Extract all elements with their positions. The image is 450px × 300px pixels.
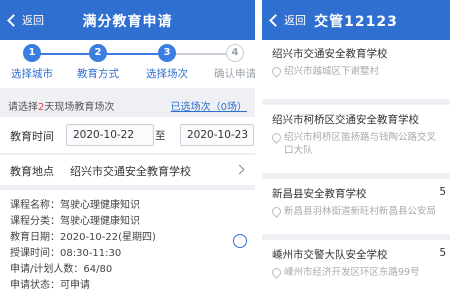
school-name: 绍兴市交通安全教育学校 xyxy=(272,48,388,60)
chevron-right-icon xyxy=(234,164,245,175)
step-4-label: 确认申请 xyxy=(214,68,255,80)
step-3-number: 3 xyxy=(158,44,176,62)
start-date-field[interactable]: 2020-10-22 xyxy=(66,124,154,146)
step-3: 3 选择场次 xyxy=(137,44,197,81)
end-date-field[interactable]: 2020-10-23 xyxy=(180,124,254,146)
left-top-bar: 返回 满分教育申请 xyxy=(0,0,255,40)
session-hint-row: 请选择2天现场教育场次 已选场次（0场） xyxy=(0,93,255,115)
course-date: 教育日期：2020-10-22(星期四) xyxy=(10,232,156,243)
app-title: 交管12123 xyxy=(314,14,398,30)
education-apply-screen: 返回 满分教育申请 1 选择城市 2 教育方式 3 选择场次 4 确认申请 请选… xyxy=(0,0,255,300)
school-item[interactable]: 嵊州市交警大队安全学校 5 嵊州市经济开发区环区东路99号 xyxy=(262,241,450,300)
course-name: 课程名称：驾驶心理健康知识 xyxy=(10,200,140,211)
page-title: 满分教育申请 xyxy=(82,14,173,30)
right-top-bar: 返回 交管12123 xyxy=(262,0,450,40)
school-count: 5 xyxy=(439,247,446,259)
step-1-number: 1 xyxy=(23,44,41,62)
step-1: 1 选择城市 xyxy=(2,44,62,81)
time-label: 教育时间 xyxy=(10,130,54,143)
selected-sessions-link[interactable]: 已选场次（0场） xyxy=(171,98,247,113)
school-name: 嵊州市交警大队安全学校 xyxy=(272,249,388,261)
divider xyxy=(262,234,450,240)
course-time: 授课时间：08:30-11:30 xyxy=(10,248,122,259)
school-list-screen: 返回 交管12123 绍兴市交通安全教育学校 绍兴市越城区下谢墅村 绍兴市柯桥区… xyxy=(262,0,450,300)
school-address: 新昌县羽林街道新旺村新昌县公安局 xyxy=(284,206,437,217)
step-2-label: 教育方式 xyxy=(77,68,119,80)
location-pin-icon xyxy=(270,266,283,279)
step-4: 4 确认申请 xyxy=(205,44,255,81)
school-address: 绍兴市柯桥区笛扬路与钱陶公路交叉口大队 xyxy=(284,132,437,156)
education-time-row: 教育时间 2020-10-22 至 2020-10-23 xyxy=(0,117,255,153)
course-status: 申请状态：可申请 xyxy=(10,280,90,291)
school-address: 嵊州市经济开发区环区东路99号 xyxy=(284,267,420,278)
education-place-row[interactable]: 教育地点 绍兴市交通安全教育学校 xyxy=(0,154,255,185)
location-pin-icon xyxy=(270,131,283,144)
step-2-number: 2 xyxy=(89,44,107,62)
school-name: 新昌县安全教育学校 xyxy=(272,188,367,200)
place-label: 教育地点 xyxy=(10,165,54,178)
session-hint: 请选择2天现场教育场次 xyxy=(8,102,115,113)
course-count: 申请/计划人数：64/80 xyxy=(10,264,113,275)
school-item[interactable]: 绍兴市交通安全教育学校 绍兴市越城区下谢墅村 xyxy=(262,40,450,94)
school-name: 绍兴市柯桥区交通安全教育学校 xyxy=(272,114,419,126)
step-indicator: 1 选择城市 2 教育方式 3 选择场次 4 确认申请 xyxy=(0,40,255,88)
divider xyxy=(262,173,450,179)
location-pin-icon xyxy=(270,205,283,218)
school-count: 5 xyxy=(439,186,446,198)
course-card[interactable]: 课程名称：驾驶心理健康知识 课程分类：驾驶心理健康知识 教育日期：2020-10… xyxy=(0,190,255,300)
course-select-radio[interactable] xyxy=(233,234,247,248)
step-4-number: 4 xyxy=(226,44,244,62)
step-3-label: 选择场次 xyxy=(146,68,188,80)
school-item[interactable]: 新昌县安全教育学校 5 新昌县羽林街道新旺村新昌县公安局 xyxy=(262,180,450,232)
school-item[interactable]: 绍兴市柯桥区交通安全教育学校 绍兴市柯桥区笛扬路与钱陶公路交叉口大队 xyxy=(262,106,450,172)
step-2: 2 教育方式 xyxy=(68,44,128,81)
school-address: 绍兴市越城区下谢墅村 xyxy=(284,66,380,77)
divider xyxy=(262,99,450,105)
location-pin-icon xyxy=(270,65,283,78)
place-value: 绍兴市交通安全教育学校 xyxy=(70,165,191,178)
date-separator: 至 xyxy=(155,130,166,142)
course-category: 课程分类：驾驶心理健康知识 xyxy=(10,216,140,227)
step-1-label: 选择城市 xyxy=(11,68,53,80)
